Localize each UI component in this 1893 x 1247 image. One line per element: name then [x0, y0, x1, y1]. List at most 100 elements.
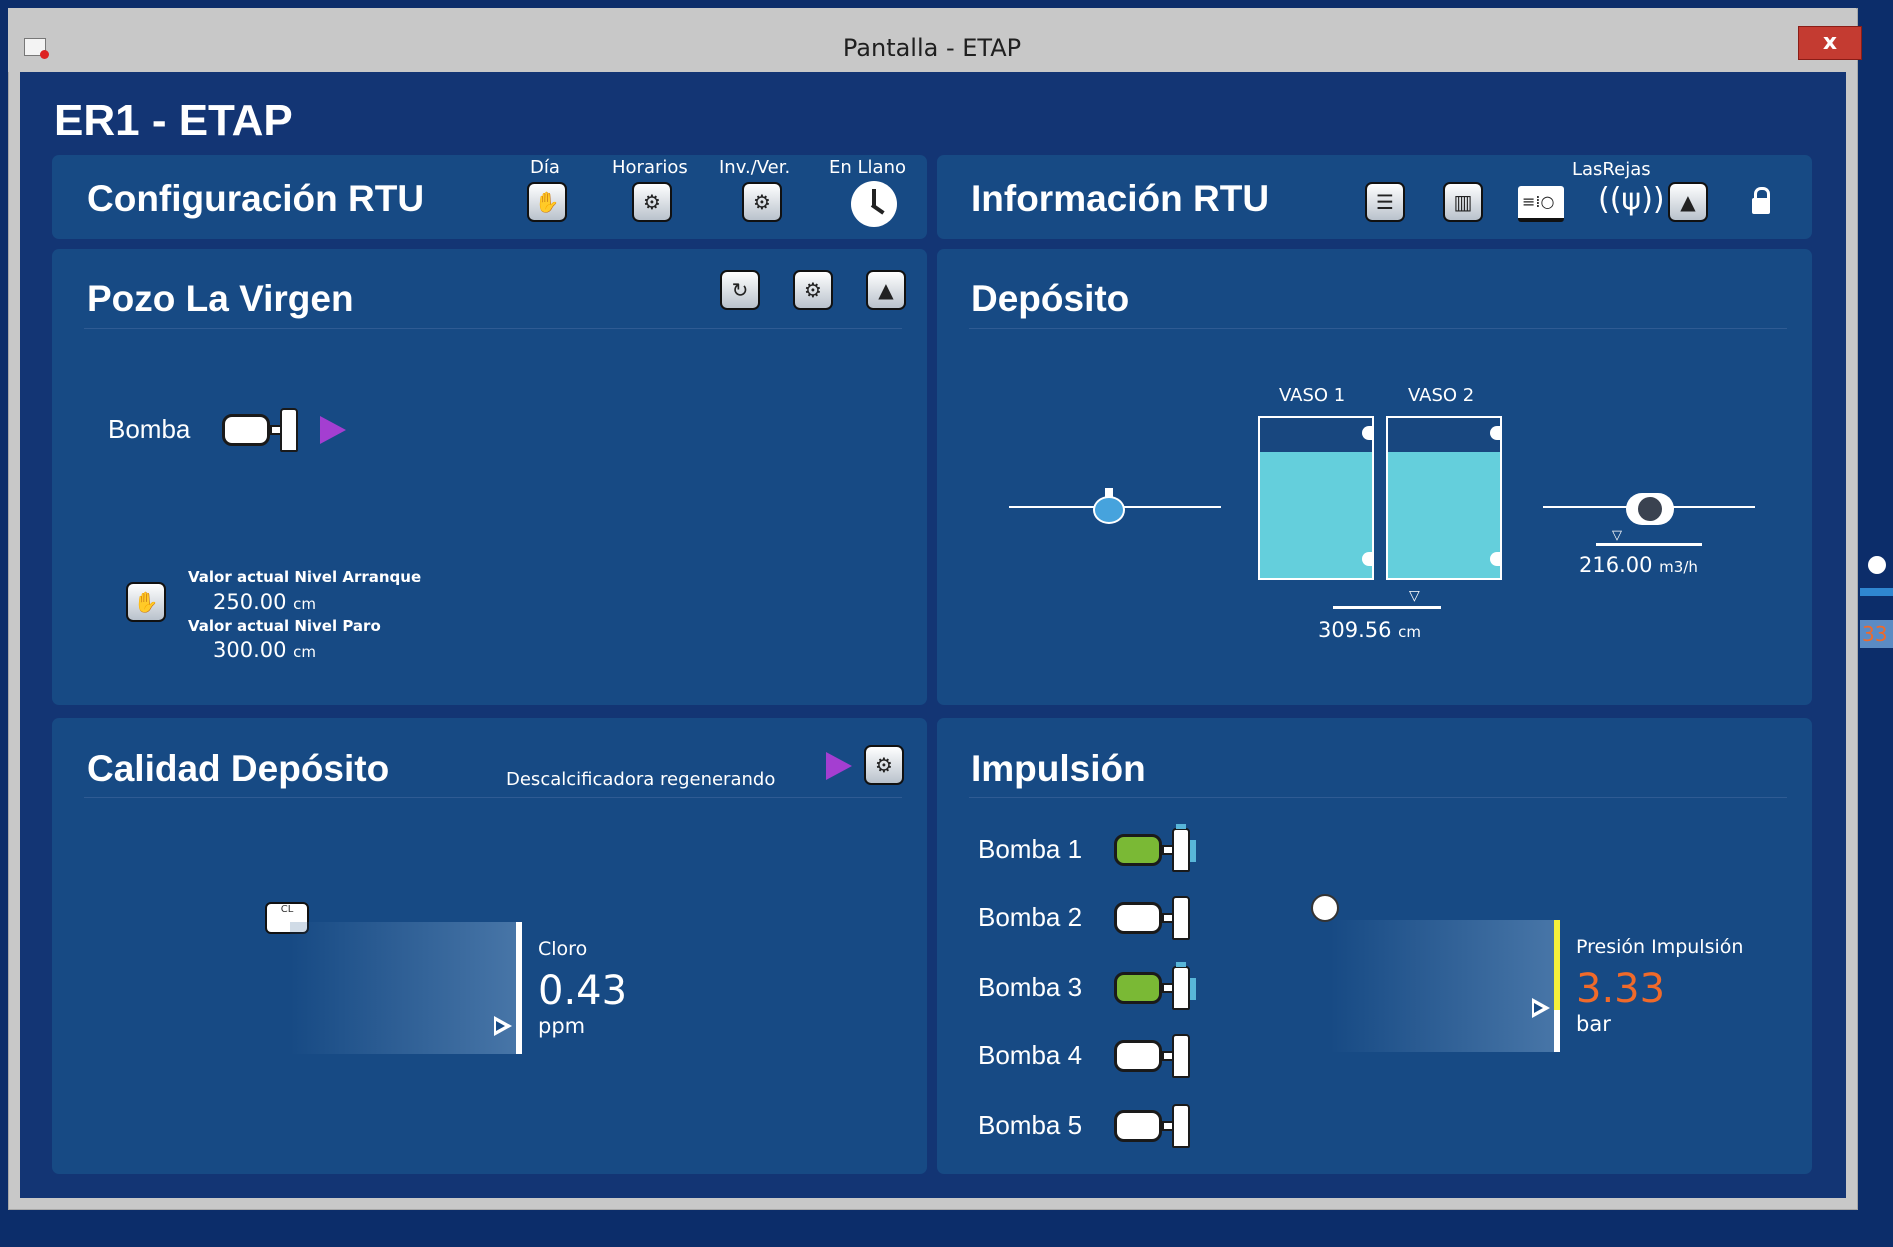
presion-unit: bar	[1576, 1012, 1611, 1036]
running-arrow-icon	[320, 416, 346, 444]
pump-motor	[1114, 902, 1162, 934]
bomba5-label: Bomba 5	[978, 1110, 1083, 1140]
pump-head	[1172, 896, 1190, 940]
level-bar	[1333, 606, 1441, 609]
tank-vaso1[interactable]	[1258, 416, 1374, 580]
level-unit: cm	[1398, 623, 1422, 641]
gear-m-icon: ⚙	[753, 190, 771, 214]
pump-head	[1172, 824, 1196, 872]
tank-vaso1-top-sensor	[1362, 426, 1372, 440]
bomba4-label: Bomba 4	[978, 1040, 1083, 1070]
flow-number: 216.00	[1579, 553, 1653, 577]
paro-number: 300.00	[213, 638, 287, 662]
reset-h-button[interactable]: ↻	[720, 270, 760, 310]
list-button[interactable]: ☰	[1365, 182, 1405, 222]
paro-value: 300.00 cm	[213, 638, 316, 662]
paro-unit: cm	[293, 643, 317, 661]
flowmeter-icon[interactable]	[1626, 493, 1674, 525]
tank-vaso2-top-sensor	[1490, 426, 1500, 440]
side-bar	[1860, 588, 1893, 596]
impulsion-title: Impulsión	[971, 748, 1146, 789]
title-bar[interactable]: Pantalla - ETAP x	[8, 8, 1862, 72]
gear-m-icon: ⚙	[643, 190, 661, 214]
calidad-title: Calidad Depósito	[87, 748, 390, 789]
tank-vaso2-bottom-sensor	[1490, 552, 1500, 566]
clock-hand	[870, 203, 885, 215]
window-title: Pantalla - ETAP	[842, 34, 1022, 62]
pozo-alarm-button[interactable]: ▲	[866, 270, 906, 310]
tank-vaso2[interactable]	[1386, 416, 1502, 580]
calidad-gear-button[interactable]: ⚙	[864, 745, 904, 785]
cloro-unit: ppm	[538, 1014, 586, 1038]
gear-m-icon: ⚙	[804, 278, 822, 302]
level-marker-icon: ▽	[1409, 588, 1420, 604]
pump-motor	[1114, 972, 1162, 1004]
arranque-value: 250.00 cm	[213, 590, 316, 614]
presion-gauge	[1330, 920, 1554, 1052]
cloro-pointer-icon	[494, 1016, 512, 1036]
bomba4-pump[interactable]	[1114, 1034, 1210, 1078]
presion-value: 3.33	[1576, 966, 1666, 1012]
lock-icon[interactable]	[1752, 187, 1770, 214]
pump-head	[1172, 962, 1196, 1010]
nivel-hand-button[interactable]: ✋	[126, 582, 166, 622]
bomba2-label: Bomba 2	[978, 902, 1083, 932]
level-number: 309.56	[1318, 618, 1392, 642]
hand-icon: ✋	[133, 590, 159, 614]
pozo-gear-button[interactable]: ⚙	[793, 270, 833, 310]
cloro-gauge-axis	[516, 922, 522, 1054]
bomba3-pump[interactable]	[1114, 962, 1210, 1010]
flow-bar	[1596, 543, 1702, 546]
calidad-status: Descalcificadora regenerando	[506, 769, 776, 790]
chart-button[interactable]: ▥	[1443, 182, 1483, 222]
lock-shackle	[1754, 187, 1770, 200]
flowmeter-dial	[1638, 497, 1662, 521]
bomba2-pump[interactable]	[1114, 896, 1210, 940]
antenna-icon[interactable]: ((ψ))	[1598, 183, 1665, 217]
list-icon: ☰	[1376, 190, 1394, 214]
pump-motor	[1114, 1110, 1162, 1142]
pozo-pump[interactable]	[222, 408, 318, 452]
pump-motor	[1114, 834, 1162, 866]
presion-gauge-axis-high	[1554, 920, 1560, 1010]
arranque-label: Valor actual Nivel Arranque	[188, 568, 422, 586]
deposito-title: Depósito	[971, 278, 1130, 319]
info-rtu-title: Información RTU	[971, 178, 1270, 219]
impulsion-separator	[969, 797, 1787, 798]
config-rtu-title: Configuración RTU	[87, 178, 425, 219]
horarios-button[interactable]: ⚙	[632, 182, 672, 222]
presion-gauge-axis-low	[1554, 1010, 1560, 1052]
dia-label: Día	[530, 157, 560, 178]
alarm-icon: ▲	[878, 278, 894, 302]
en-llano-label: En Llano	[829, 157, 906, 178]
alarm-button[interactable]: ▲	[1668, 182, 1708, 222]
paro-label: Valor actual Nivel Paro	[188, 617, 381, 635]
deposito-separator	[969, 328, 1787, 329]
pump-head	[280, 408, 298, 452]
inv-ver-button[interactable]: ⚙	[742, 182, 782, 222]
device-icon: ≡⁞○	[1522, 192, 1555, 211]
en-llano-button[interactable]	[851, 181, 897, 227]
flow-value: 216.00 m3/h	[1579, 553, 1698, 577]
pump-motor	[1114, 1040, 1162, 1072]
dia-button[interactable]: ✋	[527, 182, 567, 222]
pump-head	[1172, 1104, 1190, 1148]
inlet-valve-icon[interactable]	[1089, 488, 1129, 524]
presion-label: Presión Impulsión	[1576, 936, 1744, 958]
pressure-sensor-icon[interactable]	[1311, 894, 1339, 922]
pump-motor	[222, 414, 270, 446]
side-gauge-icon	[1868, 556, 1886, 574]
bomba1-pump[interactable]	[1114, 824, 1210, 872]
chart-icon: ▥	[1453, 190, 1473, 214]
calidad-separator	[84, 797, 902, 798]
valve-stem	[1105, 488, 1113, 498]
presion-pointer-icon	[1532, 998, 1550, 1018]
pozo-pump-label: Bomba	[108, 414, 191, 444]
device-button[interactable]: ≡⁞○	[1518, 186, 1564, 222]
tank-vaso1-water	[1260, 452, 1372, 578]
bomba1-label: Bomba 1	[978, 834, 1083, 864]
close-button[interactable]: x	[1798, 26, 1862, 60]
tank-vaso2-water	[1388, 452, 1500, 578]
bomba5-pump[interactable]	[1114, 1104, 1210, 1148]
cloro-label: Cloro	[538, 938, 588, 960]
